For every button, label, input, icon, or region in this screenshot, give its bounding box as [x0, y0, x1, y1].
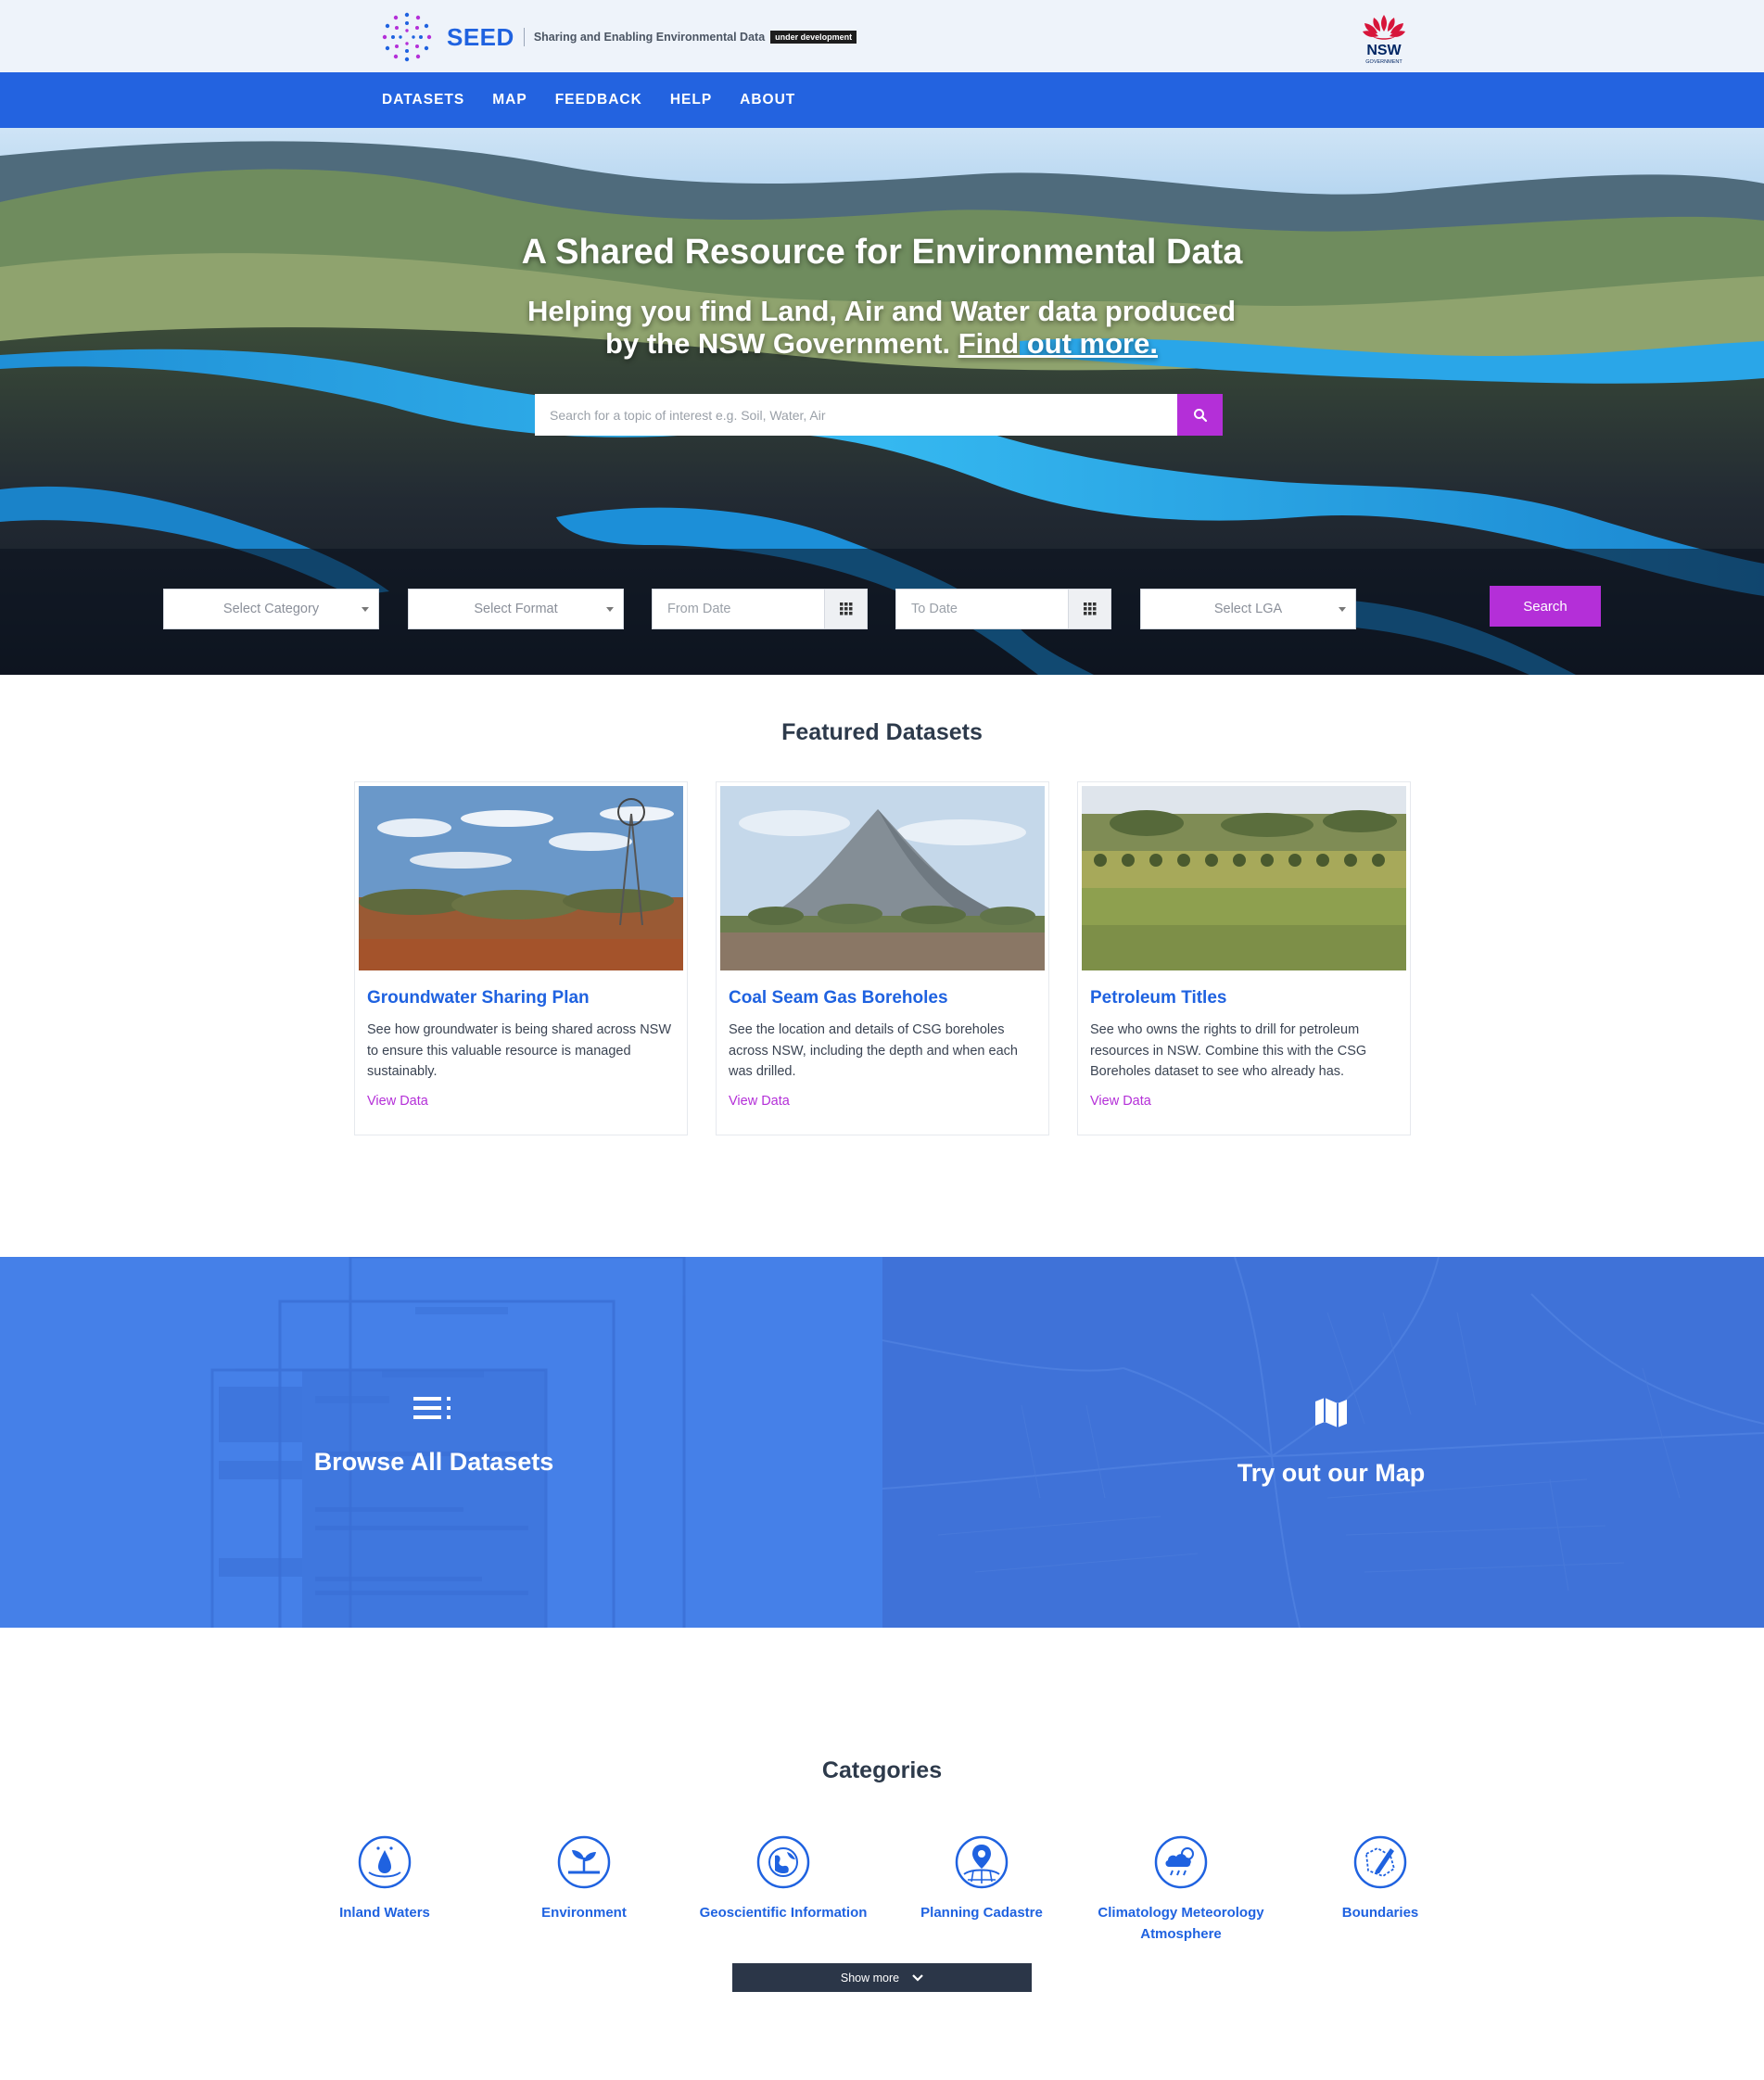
card-title[interactable]: Coal Seam Gas Boreholes [729, 988, 948, 1008]
try-map-label: Try out our Map [1237, 1459, 1426, 1487]
nav-item-map[interactable]: MAP [492, 92, 527, 108]
hero-title: A Shared Resource for Environmental Data [521, 233, 1243, 272]
dataset-card[interactable]: Coal Seam Gas Boreholes See the location… [716, 781, 1049, 1135]
featured-title: Featured Datasets [781, 719, 983, 745]
filter-bar: Select Category Select Format From Date … [0, 549, 1764, 675]
from-date-input[interactable] [653, 590, 825, 628]
nsw-logo-text: NSW [1366, 43, 1402, 58]
brand-tagline: Sharing and Enabling Environmental Data [533, 31, 766, 44]
cloud-rain-icon [1154, 1835, 1208, 1889]
category-label: Inland Waters [339, 1905, 430, 1921]
view-data-link[interactable]: View Data [1090, 1094, 1151, 1109]
category-climatology[interactable]: Climatology Meteorology Atmosphere [1088, 1835, 1274, 1945]
nav-item-datasets[interactable]: DATASETS [382, 92, 464, 108]
brand[interactable]: SEED Sharing and Enabling Environmental … [380, 12, 857, 62]
brand-divider [523, 28, 525, 46]
category-label: Environment [541, 1905, 627, 1921]
water-drop-icon [358, 1835, 412, 1889]
browse-datasets-label: Browse All Datasets [313, 1448, 554, 1476]
lga-select[interactable]: Select LGA [1140, 589, 1356, 629]
browse-datasets-tile[interactable]: Browse All Datasets [0, 1257, 882, 1628]
search-button[interactable] [1177, 394, 1223, 436]
category-select[interactable]: Select Category [163, 589, 379, 629]
groundwater-image [359, 786, 683, 970]
try-map-tile[interactable]: Try out our Map [882, 1257, 1764, 1628]
find-out-more-link[interactable]: Find out more. [958, 327, 1158, 360]
card-title[interactable]: Groundwater Sharing Plan [367, 988, 590, 1008]
datasets-preview-graphic [210, 1257, 686, 1628]
dev-badge: under development [770, 31, 857, 44]
show-more-button[interactable]: Show more [732, 1963, 1032, 1992]
chevron-down-icon [1339, 607, 1346, 612]
filter-search-button[interactable]: Search [1490, 586, 1601, 627]
list-icon [413, 1397, 451, 1419]
nsw-logo-subtext: GOVERNMENT [1365, 59, 1402, 65]
site-header: SEED Sharing and Enabling Environmental … [0, 0, 1764, 72]
category-environment[interactable]: Environment [491, 1835, 677, 1923]
format-select-value: Select Format [474, 602, 558, 616]
hero-subtitle-line1: Helping you find Land, Air and Water dat… [527, 295, 1237, 327]
map-preview-graphic [882, 1257, 1764, 1628]
category-label: Planning Cadastre [920, 1905, 1043, 1921]
show-more-label: Show more [840, 1971, 900, 1985]
card-description: See the location and details of CSG bore… [729, 1022, 1018, 1079]
category-planning-cadastre[interactable]: Planning Cadastre [889, 1835, 1074, 1923]
view-data-link[interactable]: View Data [367, 1094, 428, 1109]
card-description: See how groundwater is being shared acro… [367, 1022, 672, 1079]
category-select-value: Select Category [222, 602, 320, 616]
nav-item-help[interactable]: HELP [670, 92, 712, 108]
nav-list: DATASETS MAP FEEDBACK HELP ABOUT [382, 72, 823, 128]
categories-title: Categories [821, 1757, 943, 1783]
dataset-card[interactable]: Groundwater Sharing Plan See how groundw… [354, 781, 688, 1135]
dataset-search-input[interactable] [535, 394, 1177, 436]
seed-logo-icon [382, 12, 432, 62]
view-data-link[interactable]: View Data [729, 1094, 790, 1109]
nav-item-feedback[interactable]: FEEDBACK [555, 92, 642, 108]
search-icon [1193, 408, 1207, 422]
coal-seam-image [720, 786, 1045, 970]
map-pin-icon [955, 1835, 1009, 1889]
lga-select-value: Select LGA [1213, 602, 1283, 616]
to-date-input[interactable] [896, 590, 1069, 628]
to-date-field [895, 589, 1111, 629]
calendar-grid-icon [839, 602, 852, 615]
from-date-calendar-button[interactable] [824, 590, 867, 628]
chevron-down-icon [362, 607, 369, 612]
nav-item-about[interactable]: ABOUT [740, 92, 795, 108]
nsw-government-logo[interactable]: NSW GOVERNMENT [1353, 11, 1415, 67]
dataset-card[interactable]: Petroleum Titles See who owns the rights… [1077, 781, 1411, 1135]
category-label: Boundaries [1341, 1905, 1419, 1921]
to-date-calendar-button[interactable] [1068, 590, 1110, 628]
card-title[interactable]: Petroleum Titles [1090, 988, 1226, 1008]
hero-subtitle: Helping you find Land, Air and Water dat… [511, 295, 1252, 360]
brand-name: SEED [447, 22, 514, 51]
category-inland-waters[interactable]: Inland Waters [292, 1835, 477, 1923]
chevron-down-icon [606, 607, 614, 612]
category-label: Climatology Meteorology Atmosphere [1098, 1905, 1264, 1942]
card-description: See who owns the rights to drill for pet… [1090, 1022, 1367, 1079]
boundary-pen-icon [1353, 1835, 1407, 1889]
hero-banner: A Shared Resource for Environmental Data… [0, 128, 1764, 675]
category-boundaries[interactable]: Boundaries [1288, 1835, 1473, 1923]
from-date-field [652, 589, 868, 629]
globe-icon [756, 1835, 810, 1889]
hero-subtitle-line2: by the NSW Government. [605, 327, 951, 360]
category-geoscientific[interactable]: Geoscientific Information [691, 1835, 876, 1923]
format-select[interactable]: Select Format [408, 589, 624, 629]
chevron-down-icon [912, 1973, 923, 1982]
map-icon [1315, 1398, 1347, 1427]
category-label: Geoscientific Information [699, 1905, 868, 1921]
seedling-icon [557, 1835, 611, 1889]
petroleum-image [1082, 786, 1406, 970]
calendar-grid-icon [1083, 602, 1096, 615]
main-nav: DATASETS MAP FEEDBACK HELP ABOUT [0, 72, 1764, 128]
